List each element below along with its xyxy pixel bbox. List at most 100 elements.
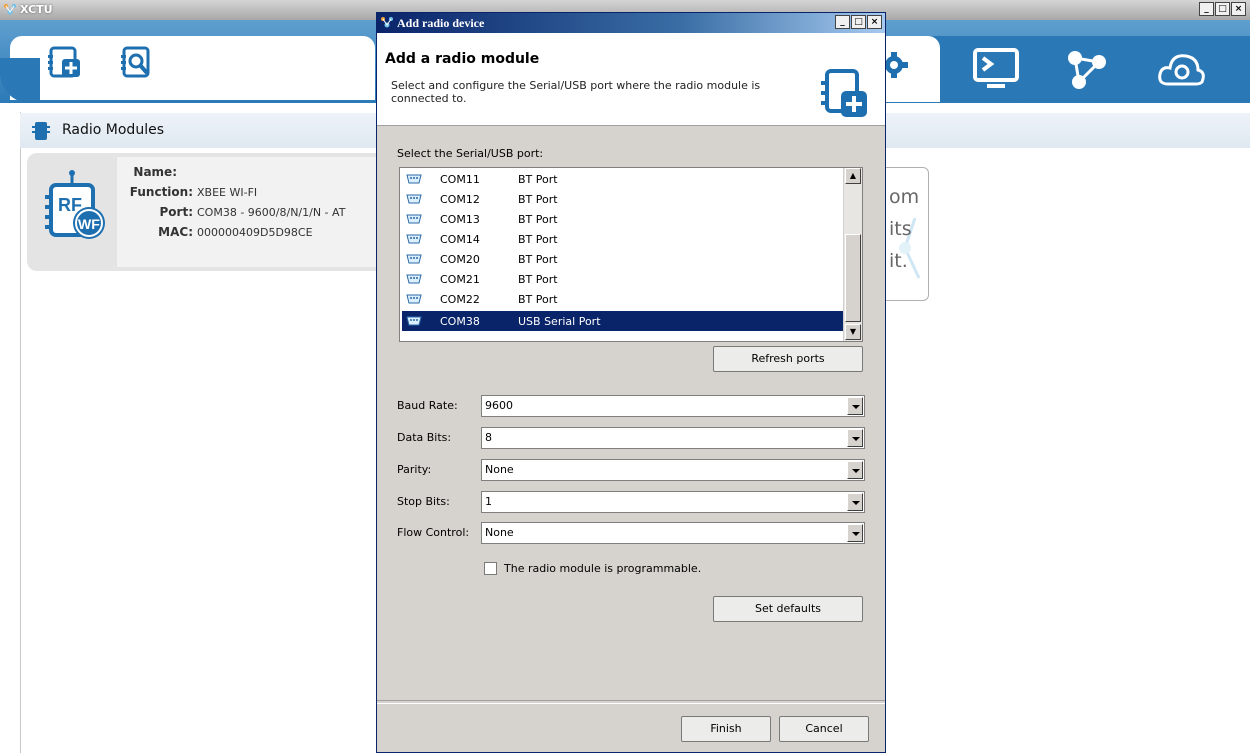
programmable-checkbox[interactable]	[484, 562, 497, 575]
maximize-button[interactable]: □	[1215, 2, 1230, 16]
serial-port-icon	[406, 194, 422, 204]
port-description: BT Port	[518, 293, 558, 306]
serial-port-icon	[406, 214, 422, 224]
hint-line-3: it.	[889, 250, 908, 272]
serial-port-icon	[406, 234, 422, 244]
dialog-maximize-button[interactable]: □	[851, 15, 866, 29]
minimize-button[interactable]: _	[1199, 2, 1214, 16]
programmable-label[interactable]: The radio module is programmable.	[504, 562, 701, 575]
dialog-title: Add radio device	[397, 16, 485, 30]
serial-port-icon	[406, 316, 422, 326]
port-row[interactable]: COM14 BT Port	[402, 229, 846, 249]
stop-bits-label: Stop Bits:	[397, 495, 450, 508]
dialog-header: Add a radio module Select and configure …	[377, 33, 885, 126]
add-radio-module-icon	[821, 69, 867, 117]
right-panel-header	[882, 113, 1250, 148]
port-description: BT Port	[518, 253, 558, 266]
device-function-value: XBEE WI-FI	[197, 186, 258, 199]
close-button[interactable]: ×	[1231, 2, 1246, 16]
dialog-close-button[interactable]: ×	[867, 15, 882, 29]
port-list-scrollbar[interactable]: ▲ ▼	[843, 168, 862, 341]
refresh-ports-button[interactable]: Refresh ports	[713, 346, 863, 372]
scroll-thumb[interactable]	[845, 234, 861, 322]
port-list-label: Select the Serial/USB port:	[397, 147, 544, 160]
serial-port-icon	[406, 274, 422, 284]
chevron-down-icon[interactable]	[847, 524, 863, 542]
port-description: BT Port	[518, 213, 558, 226]
tools-cloud-gear-icon[interactable]	[1158, 48, 1206, 92]
port-description: USB Serial Port	[518, 315, 601, 328]
chevron-down-icon[interactable]	[847, 461, 863, 479]
device-function-label: Function:	[129, 185, 193, 199]
hint-line-1: om	[889, 186, 920, 208]
finish-button[interactable]: Finish	[681, 716, 771, 742]
add-radio-plus-icon	[48, 46, 80, 78]
chevron-down-icon[interactable]	[847, 397, 863, 415]
flow-control-value: None	[485, 526, 514, 539]
cancel-button[interactable]: Cancel	[779, 716, 869, 742]
port-name: COM21	[440, 273, 480, 286]
set-defaults-button[interactable]: Set defaults	[713, 596, 863, 622]
configuration-tab[interactable]	[880, 36, 940, 102]
baud-rate-select[interactable]: 9600	[481, 395, 865, 417]
data-bits-value: 8	[485, 431, 492, 444]
baud-rate-value: 9600	[485, 399, 513, 412]
port-name: COM14	[440, 233, 480, 246]
dialog-description: Select and configure the Serial/USB port…	[391, 79, 761, 105]
port-description: BT Port	[518, 173, 558, 186]
chevron-down-icon[interactable]	[847, 429, 863, 447]
xbee-wifi-device-icon: RF WF	[45, 170, 105, 239]
port-row-selected[interactable]: COM38 USB Serial Port	[402, 311, 846, 331]
scroll-up-arrow-icon[interactable]: ▲	[845, 168, 861, 184]
port-row[interactable]: COM22 BT Port	[402, 289, 846, 309]
port-row[interactable]: COM20 BT Port	[402, 249, 846, 269]
port-name: COM13	[440, 213, 480, 226]
flow-control-label: Flow Control:	[397, 526, 470, 539]
serial-port-icon	[406, 174, 422, 184]
window-title: XCTU	[20, 3, 53, 16]
hint-line-2: its	[889, 218, 912, 240]
dialog-titlebar: Add radio device _ □ ×	[377, 13, 885, 33]
device-badge-bottom: WF	[78, 216, 100, 232]
discover-search-icon	[121, 46, 150, 78]
hint-box: om its it.	[885, 167, 929, 301]
data-bits-select[interactable]: 8	[481, 427, 865, 449]
dialog-window-controls: _ □ ×	[835, 15, 882, 29]
device-info: Name: Function: XBEE WI-FI Port: COM38 -…	[117, 157, 380, 267]
parity-label: Parity:	[397, 463, 432, 476]
dialog-minimize-button[interactable]: _	[835, 15, 850, 29]
port-row[interactable]: COM13 BT Port	[402, 209, 846, 229]
stop-bits-select[interactable]: 1	[481, 491, 865, 513]
chevron-down-icon[interactable]	[847, 493, 863, 511]
discover-devices-button[interactable]	[114, 36, 162, 88]
stop-bits-value: 1	[485, 495, 492, 508]
port-row[interactable]: COM11 BT Port	[402, 169, 846, 189]
add-device-button[interactable]	[41, 36, 89, 88]
device-port-label: Port:	[159, 205, 194, 219]
data-bits-label: Data Bits:	[397, 431, 452, 444]
port-name: COM38	[440, 315, 480, 328]
port-row[interactable]: COM21 BT Port	[402, 269, 846, 289]
dialog-app-icon	[381, 17, 393, 28]
port-name: COM22	[440, 293, 480, 306]
dialog-heading: Add a radio module	[385, 51, 540, 67]
xctu-app-icon	[4, 4, 16, 15]
port-row[interactable]: COM12 BT Port	[402, 189, 846, 209]
device-mac-value: 000000409D5D98CE	[197, 226, 313, 239]
parity-select[interactable]: None	[481, 459, 865, 481]
flow-control-select[interactable]: None	[481, 522, 865, 544]
dialog-separator	[377, 700, 885, 704]
window-controls: _ □ ×	[1199, 2, 1246, 16]
add-radio-device-dialog: Add radio device _ □ × Add a radio modul…	[376, 12, 886, 753]
port-list[interactable]: COM11 BT Port COM12 BT Port COM13 BT Por…	[399, 167, 863, 342]
network-icon[interactable]	[1065, 48, 1111, 92]
port-description: BT Port	[518, 193, 558, 206]
radio-module-icon	[32, 122, 50, 140]
radio-modules-title: Radio Modules	[62, 122, 164, 138]
device-mac-label: MAC:	[158, 225, 193, 239]
port-description: BT Port	[518, 233, 558, 246]
port-name: COM12	[440, 193, 480, 206]
scroll-down-arrow-icon[interactable]: ▼	[845, 324, 861, 340]
port-description: BT Port	[518, 273, 558, 286]
console-terminal-icon[interactable]	[973, 48, 1019, 92]
